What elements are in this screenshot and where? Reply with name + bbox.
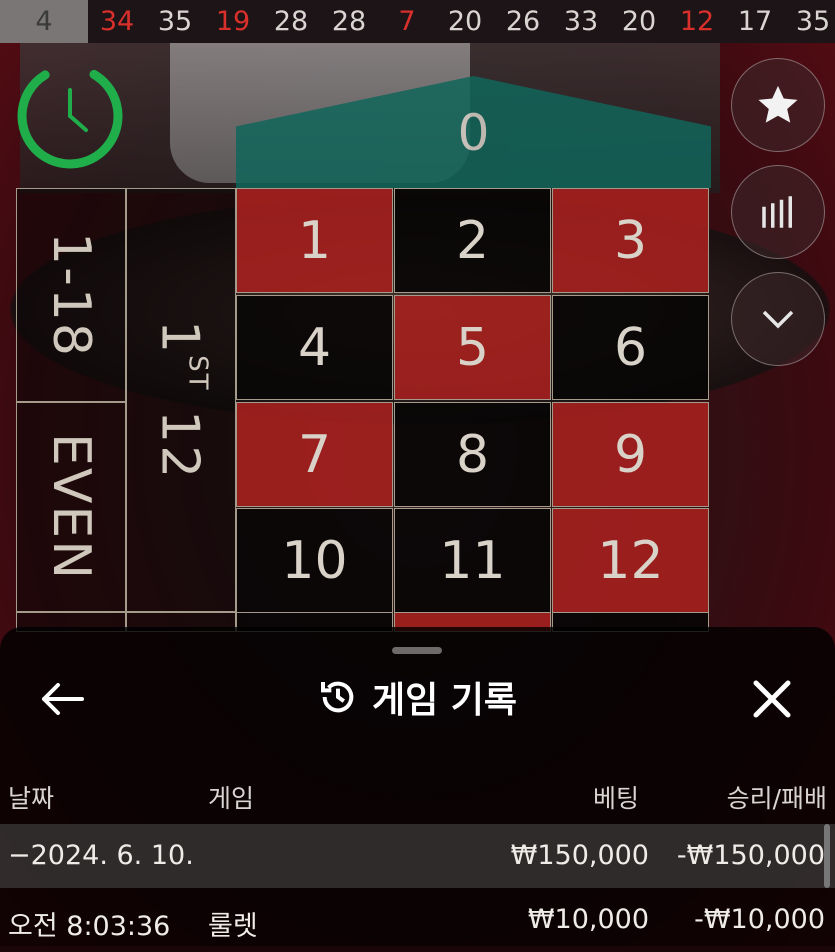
bet-spot-number[interactable]: 11 (394, 508, 551, 613)
dozen-number: 12 (149, 409, 210, 481)
low-label: 1-18 (41, 231, 101, 358)
recent-results-strip: 4 34 35 19 28 28 7 20 26 33 20 12 17 35 (0, 0, 835, 43)
close-icon[interactable] (750, 677, 794, 721)
history-icon (320, 681, 354, 713)
bet-spot-number[interactable]: 12 (552, 508, 709, 613)
sheet-header: 게임 기록 (0, 672, 835, 722)
history-game: 룰렛 (208, 911, 258, 942)
favorite-button[interactable] (731, 58, 825, 152)
date-group-winloss: -₩150,000 (676, 840, 825, 871)
bet-spot-number[interactable]: 4 (236, 295, 393, 400)
result-item: 12 (679, 6, 715, 37)
result-item: 20 (447, 6, 483, 37)
date-group-bet: ₩150,000 (510, 840, 649, 871)
column-bet: 베팅 (592, 784, 639, 813)
history-time: 오전 8:03:36 (8, 911, 171, 942)
bet-spot-1st-dozen[interactable]: 1ST 12 (126, 188, 236, 612)
dozen-suffix: ST (182, 355, 213, 392)
column-date: 날짜 (8, 784, 55, 813)
result-item: 33 (563, 6, 599, 37)
result-item: 26 (505, 6, 541, 37)
bet-spot-number[interactable]: 7 (236, 402, 393, 507)
scrollbar[interactable] (824, 824, 830, 888)
dozen-main: 1 (149, 319, 210, 355)
bet-spot-number[interactable]: 2 (394, 188, 551, 293)
date-group-row[interactable]: −2024. 6. 10. ₩150,000 -₩150,000 (0, 824, 835, 888)
result-item: 35 (157, 6, 193, 37)
bet-spot-number[interactable]: 8 (394, 402, 551, 507)
dozen-label: 1ST 12 (149, 320, 212, 480)
zero-label: 0 (457, 104, 490, 162)
bet-spot-1-18[interactable]: 1-18 (16, 188, 126, 402)
statistics-button[interactable] (731, 165, 825, 259)
sheet-title: 게임 기록 (371, 680, 517, 721)
result-item: 20 (621, 6, 657, 37)
column-game: 게임 (208, 784, 255, 813)
collapse-button[interactable] (731, 272, 825, 366)
bet-spot-even[interactable]: EVEN (16, 402, 126, 612)
column-win-loss: 승리/패배 (726, 784, 827, 813)
sheet-drag-handle[interactable] (392, 647, 442, 654)
result-item: 28 (273, 6, 309, 37)
bet-spot-number[interactable]: 3 (552, 188, 709, 293)
history-table-header: 날짜 게임 베팅 승리/패배 (0, 775, 835, 815)
chevron-down-icon (762, 310, 794, 329)
history-winloss: -₩10,000 (694, 904, 825, 935)
bar-chart-icon (762, 196, 792, 228)
bet-spot-number[interactable]: 10 (236, 508, 393, 613)
bet-spot-number[interactable]: 9 (552, 402, 709, 507)
history-bet: ₩10,000 (527, 904, 649, 935)
history-row[interactable]: 오전 8:03:36 룰렛 ₩10,000 -₩10,000 (0, 888, 835, 952)
bet-spot-number[interactable]: 5 (394, 295, 551, 400)
result-item: 4 (0, 0, 88, 43)
even-label: EVEN (41, 432, 101, 582)
result-item: 19 (215, 6, 251, 37)
bet-spot-number[interactable]: 6 (552, 295, 709, 400)
bet-spot-number[interactable]: 1 (236, 188, 393, 293)
date-group-label: −2024. 6. 10. (8, 840, 194, 871)
star-icon (758, 85, 798, 123)
countdown-timer-icon (17, 63, 123, 169)
result-item: 7 (398, 6, 416, 37)
result-item: 28 (331, 6, 367, 37)
game-history-sheet: 게임 기록 날짜 게임 베팅 승리/패배 −2024. 6. 10. ₩150,… (0, 627, 835, 946)
result-item: 35 (795, 6, 831, 37)
result-item: 34 (99, 6, 135, 37)
result-item: 17 (737, 6, 773, 37)
